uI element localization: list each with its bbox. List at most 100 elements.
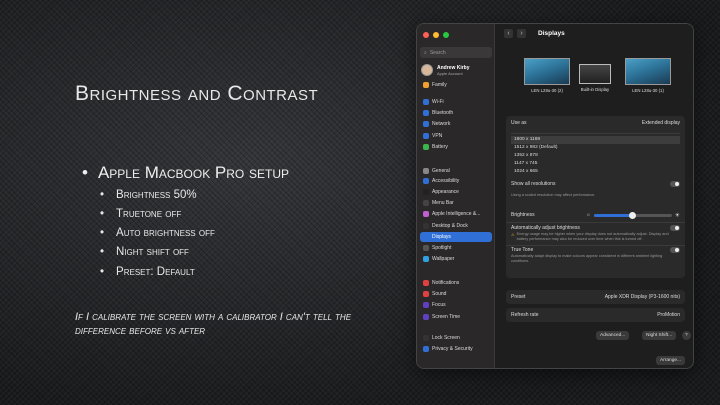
sidebar-item[interactable]: Bluetooth	[420, 108, 492, 118]
sidebar-item[interactable]: Apple Intelligence &...	[420, 209, 492, 219]
minimize-icon[interactable]	[433, 32, 439, 38]
sidebar-item[interactable]: Network	[420, 119, 492, 129]
sub-bullet: • Brightness 50%	[100, 189, 197, 201]
sun-large-icon: ☀	[674, 212, 680, 219]
brightness-knob[interactable]	[629, 211, 637, 219]
sidebar-item-label: Appearance	[432, 189, 459, 195]
display-label: LEN L28u-30 (2)	[531, 88, 563, 93]
sidebar-item[interactable]: Menu Bar	[420, 198, 492, 208]
arrange-button[interactable]: Arrange...	[656, 356, 686, 365]
close-icon[interactable]	[423, 32, 429, 38]
auto-brightness-row: Automatically adjust brightness	[506, 222, 685, 232]
preset-value[interactable]: Apple XDR Display (P3-1600 nits)	[605, 294, 680, 300]
settings-window: ⌕ Search Andrew Kirby Apple Account Fami…	[416, 23, 694, 369]
wifi-icon	[423, 99, 429, 105]
sidebar-item-label: General	[432, 168, 450, 174]
resolution-option[interactable]: 1352 x 878	[511, 152, 680, 160]
dock-icon	[423, 223, 429, 229]
sidebar-item[interactable]: General	[420, 166, 492, 176]
focus-icon	[423, 302, 429, 308]
resolution-option[interactable]: 1800 x 1169	[511, 136, 680, 144]
resolution-list: 1800 x 1169 1512 x 982 (Default) 1352 x …	[511, 133, 680, 176]
wallpaper-icon	[423, 256, 429, 262]
resolution-option[interactable]: 1147 x 745	[511, 160, 680, 168]
account-item[interactable]: Andrew Kirby Apple Account	[421, 64, 470, 76]
window-controls	[423, 32, 449, 38]
help-button[interactable]: ?	[682, 331, 691, 340]
refresh-panel: Refresh rate ProMotion	[506, 308, 685, 322]
use-as-row[interactable]: Use as Extended display	[506, 116, 685, 129]
sidebar-item[interactable]: VPN	[420, 131, 492, 141]
sidebar-item[interactable]: Spotlight	[420, 243, 492, 253]
true-tone-toggle[interactable]	[670, 246, 680, 253]
display-thumb[interactable]: LEN L28u-30 (1)	[625, 58, 671, 93]
sound-icon	[423, 291, 429, 297]
auto-brightness-desc-wrap: ⚠ Energy usage may be higher when your d…	[506, 232, 685, 242]
advanced-button[interactable]: Advanced...	[596, 331, 630, 340]
auto-brightness-toggle[interactable]	[670, 224, 680, 231]
show-all-label: Show all resolutions	[511, 180, 556, 187]
battery-icon	[423, 144, 429, 150]
search-placeholder: Search	[429, 49, 446, 56]
sub-bullet-text: Preset: Default	[116, 266, 195, 278]
preset-panel: Preset Apple XDR Display (P3-1600 nits)	[506, 290, 685, 304]
sidebar-item-label: Privacy & Security	[432, 346, 473, 352]
sidebar-item[interactable]: Displays	[420, 232, 492, 242]
brightness-slider[interactable]	[593, 211, 672, 219]
sidebar-item[interactable]: Wi-Fi	[420, 97, 492, 107]
true-tone-desc: Automatically adapt display to make colo…	[511, 253, 663, 263]
resolution-option[interactable]: 1512 x 982 (Default)	[511, 144, 680, 152]
sidebar-item[interactable]: Wallpaper	[420, 254, 492, 264]
sidebar-item[interactable]: Battery	[420, 142, 492, 152]
search-icon: ⌕	[424, 49, 427, 56]
page-title: Displays	[538, 29, 565, 37]
show-all-toggle[interactable]	[670, 180, 680, 187]
preset-label: Preset	[511, 294, 526, 300]
sidebar-item[interactable]: Notifications	[420, 278, 492, 288]
back-icon[interactable]: ‹	[504, 28, 513, 38]
sub-bullet: • Truetone off	[100, 208, 181, 220]
display-thumb[interactable]: LEN L28u-30 (2)	[524, 58, 570, 93]
sidebar-item-label: Wallpaper	[432, 256, 455, 262]
intelligence-icon	[423, 211, 429, 217]
network-icon	[423, 121, 429, 127]
sidebar-item-label: Accessibility	[432, 178, 460, 184]
forward-icon[interactable]: ›	[517, 28, 526, 38]
sidebar-item[interactable]: Family	[420, 80, 492, 90]
refresh-value[interactable]: ProMotion	[657, 312, 680, 318]
sun-small-icon: ☼	[586, 212, 591, 218]
scaled-note: Using a scaled resolution may affect per…	[511, 193, 596, 197]
account-sub: Apple Account	[437, 70, 463, 76]
true-tone-row: True Tone	[506, 244, 685, 254]
sidebar-item[interactable]: Focus	[420, 300, 492, 310]
bullet-icon: •	[100, 208, 105, 220]
use-as-value[interactable]: Extended display	[642, 120, 680, 126]
main-bullet: • Apple Macbook Pro setup	[82, 163, 289, 183]
bullet-icon: •	[100, 189, 105, 201]
sidebar-item[interactable]: Lock Screen	[420, 333, 492, 343]
display-thumb[interactable]: Built-in Display	[579, 64, 611, 92]
resolution-option[interactable]: 1024 x 665	[511, 168, 680, 176]
sidebar-item-label: Menu Bar	[432, 200, 454, 206]
sidebar-item[interactable]: Sound	[420, 289, 492, 299]
family-icon	[423, 82, 429, 88]
brightness-fill	[593, 213, 633, 217]
bullet-icon: •	[82, 163, 88, 182]
show-all-row: Show all resolutions	[506, 178, 685, 189]
sidebar-item[interactable]: Desktop & Dock	[420, 221, 492, 231]
zoom-icon[interactable]	[443, 32, 449, 38]
sidebar-item-label: Spotlight	[432, 245, 452, 251]
bullet-icon: •	[100, 246, 105, 258]
sidebar-item-label: Displays	[432, 234, 451, 240]
preset-row[interactable]: Preset Apple XDR Display (P3-1600 nits)	[506, 290, 685, 304]
refresh-row[interactable]: Refresh rate ProMotion	[506, 308, 685, 322]
sidebar-item[interactable]: Privacy & Security	[420, 344, 492, 354]
night-shift-button[interactable]: Night Shift...	[642, 331, 677, 340]
sidebar-item-label: Notifications	[432, 280, 460, 286]
sidebar-item[interactable]: Accessibility	[420, 176, 492, 186]
privacy-icon	[423, 346, 429, 352]
sidebar-item[interactable]: Screen Time	[420, 312, 492, 322]
search-input[interactable]: ⌕ Search	[420, 47, 492, 58]
sidebar-item[interactable]: Appearance	[420, 187, 492, 197]
display-label: Built-in Display	[580, 87, 610, 92]
